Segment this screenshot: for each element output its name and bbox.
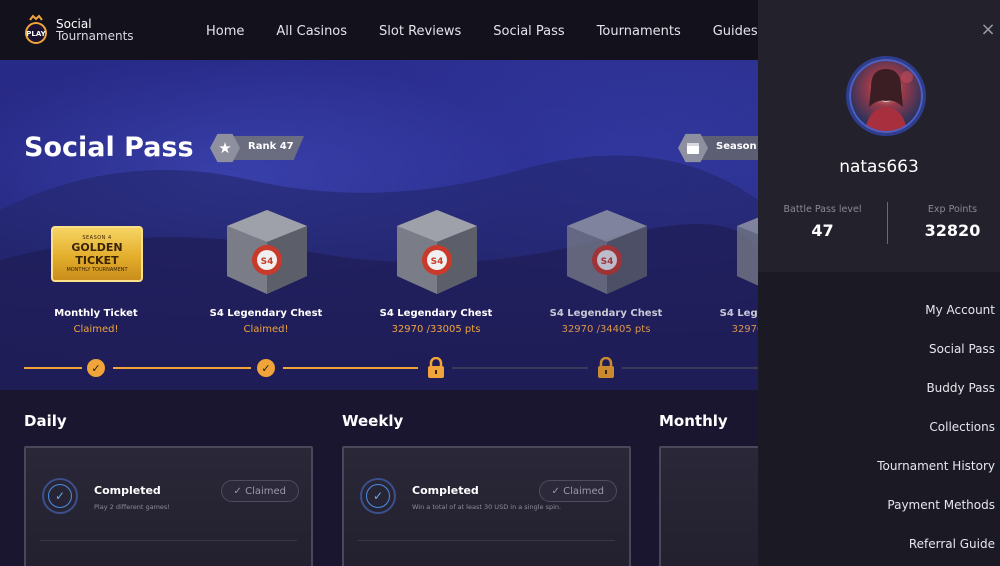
monthly-task-card (659, 446, 769, 566)
lock-icon (598, 357, 614, 378)
daily-section-title: Daily (24, 412, 67, 430)
claimed-button[interactable]: ✓ Claimed (538, 480, 617, 502)
close-icon[interactable]: × (980, 21, 996, 39)
daily-task-card: ✓ Completed Play 2 different games! ✓ Cl… (24, 446, 313, 566)
progress-track-filled (283, 367, 418, 369)
exp-points-value: 32820 (924, 221, 981, 240)
checkmark-icon: ✓ (257, 359, 275, 377)
weekly-task-card: ✓ Completed Win a total of at least 30 U… (342, 446, 631, 566)
ticket-subtitle: MONTHLY TOURNAMENT (66, 267, 128, 273)
weekly-section-title: Weekly (342, 412, 404, 430)
progress-track-filled (24, 367, 82, 369)
avatar[interactable] (846, 56, 926, 136)
progress-track-empty (622, 367, 758, 369)
brand-logo[interactable]: PLAY Social Tournaments (22, 14, 134, 46)
reward-name: S4 Legendary Chest (549, 308, 663, 319)
nav-guides[interactable]: Guides (713, 24, 758, 39)
rank-label: Rank 47 (248, 141, 294, 152)
chest-emblem-text: S4 (601, 257, 614, 267)
reward-status: 32970 /33005 pts (391, 324, 481, 335)
task-description: Win a total of at least 30 USD in a sing… (412, 503, 562, 511)
main-nav: Home All Casinos Slot Reviews Social Pas… (206, 24, 790, 39)
reward-status: Claimed! (73, 324, 119, 335)
menu-collections[interactable]: Collections (877, 417, 995, 456)
menu-payment-methods[interactable]: Payment Methods (877, 495, 995, 534)
nav-home[interactable]: Home (206, 24, 244, 39)
menu-tournament-history[interactable]: Tournament History (877, 456, 995, 495)
reward-status: 32970 /34405 pts (561, 324, 651, 335)
season-label: Season 4 (716, 141, 758, 152)
menu-social-pass[interactable]: Social Pass (877, 339, 995, 378)
play-logo-icon: PLAY (22, 14, 50, 46)
monthly-section-title: Monthly (659, 412, 728, 430)
chest-emblem-text: S4 (431, 257, 444, 267)
menu-buddy-pass[interactable]: Buddy Pass (877, 378, 995, 417)
claimed-button[interactable]: ✓ Claimed (220, 480, 299, 502)
nav-all-casinos[interactable]: All Casinos (276, 24, 347, 39)
legendary-chest-icon: S4 (227, 210, 307, 294)
exp-points-label: Exp Points (927, 204, 978, 215)
nav-social-pass[interactable]: Social Pass (493, 24, 564, 39)
menu-referral-guide[interactable]: Referral Guide (877, 534, 995, 566)
rank-badge: ★ Rank 47 (210, 133, 304, 163)
task-progress-ring: ✓ (42, 478, 78, 514)
golden-ticket-image: SEASON 4 GOLDEN TICKET MONTHLY TOURNAMEN… (51, 226, 143, 282)
legendary-chest-icon: S4 (397, 210, 477, 294)
reward-status: 32970 /35805 pts (731, 324, 758, 335)
check-icon: ✓ (366, 484, 390, 508)
chest-emblem-text: S4 (261, 257, 274, 267)
task-progress-ring: ✓ (360, 478, 396, 514)
user-side-panel: × natas663 Battle Pass level 47 Exp Poin… (758, 0, 1000, 566)
checkmark-icon: ✓ (87, 359, 105, 377)
battle-pass-label: Battle Pass level (783, 204, 862, 215)
lock-icon (428, 357, 444, 378)
battle-pass-value: 47 (811, 221, 834, 240)
task-title: Completed (94, 484, 161, 497)
ticket-title: GOLDEN TICKET (71, 241, 123, 267)
account-menu: My Account Social Pass Buddy Pass Collec… (877, 300, 995, 566)
logo-badge-text: PLAY (26, 30, 46, 38)
username: natas663 (839, 157, 919, 177)
nav-tournaments[interactable]: Tournaments (597, 24, 681, 39)
exp-points: Exp Points 32820 (892, 204, 1000, 240)
progress-track-filled (113, 367, 251, 369)
task-description: Play 2 different games! (94, 503, 170, 511)
page-title: Social Pass (24, 132, 194, 163)
legendary-chest-icon (737, 217, 758, 286)
check-icon: ✓ (48, 484, 72, 508)
season-badge: Season 4 (678, 133, 758, 163)
reward-name: S4 Legendary Chest (209, 308, 323, 319)
legendary-chest-icon: S4 (567, 210, 647, 294)
brand-line-2: Tournaments (56, 29, 134, 43)
social-pass-hero: Social Pass ★ Rank 47 Season 4 SEASON 4 … (0, 60, 758, 390)
progress-track-empty (452, 367, 588, 369)
user-profile-header: × natas663 Battle Pass level 47 Exp Poin… (758, 0, 1000, 272)
task-title: Completed (412, 484, 479, 497)
reward-status: Claimed! (243, 324, 289, 335)
reward-name: Monthly Ticket (54, 308, 138, 319)
reward-name: S4 Legendary Chest (719, 308, 758, 319)
battle-pass-level: Battle Pass level 47 (762, 204, 883, 240)
reward-name: S4 Legendary Chest (379, 308, 493, 319)
menu-my-account[interactable]: My Account (877, 300, 995, 339)
nav-slot-reviews[interactable]: Slot Reviews (379, 24, 461, 39)
